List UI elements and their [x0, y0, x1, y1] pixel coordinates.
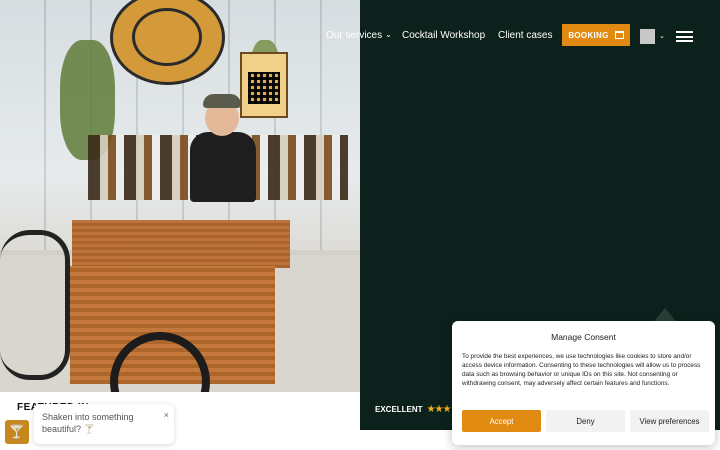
close-icon[interactable]: × — [164, 409, 169, 421]
qr-code — [248, 72, 280, 104]
accept-button[interactable]: Accept — [462, 410, 541, 432]
bartender-cap — [203, 94, 241, 108]
view-preferences-button[interactable]: View preferences — [630, 410, 709, 432]
nav-client-cases[interactable]: Client cases — [498, 30, 552, 41]
consent-actions: Accept Deny View preferences — [462, 410, 709, 432]
booking-label: BOOKING — [568, 30, 609, 40]
chat-popup[interactable]: Shaken into something beautiful? 🍸 × — [34, 404, 174, 444]
star-icons: ★★★ — [426, 404, 452, 415]
calendar-icon — [614, 31, 624, 39]
language-selector[interactable]: ⌄ — [640, 28, 666, 44]
cart-counter — [72, 220, 290, 268]
flag-icon — [640, 28, 655, 44]
chevron-down-icon: ⌄ — [659, 33, 665, 40]
chevron-down-icon: ⌄ — [385, 30, 392, 39]
hero-image — [0, 0, 360, 392]
consent-body: To provide the best experiences, we use … — [462, 353, 701, 387]
rating-badge[interactable]: EXCELLENT ★★★ — [375, 404, 452, 415]
nav-our-services-label: Our services — [326, 30, 383, 41]
consent-dialog: Manage Consent To provide the best exper… — [452, 321, 715, 445]
rating-label: EXCELLENT — [375, 405, 423, 414]
consent-title: Manage Consent — [551, 332, 616, 342]
main-nav: Our services ⌄ Cocktail Workshop Client c… — [0, 24, 720, 48]
bike-frame — [0, 230, 70, 380]
chat-message: Shaken into something beautiful? 🍸 — [42, 412, 134, 434]
booking-button[interactable]: BOOKING — [562, 24, 630, 46]
bartender-body — [190, 132, 256, 202]
nav-our-services[interactable]: Our services ⌄ — [326, 30, 392, 41]
hamburger-menu-icon[interactable] — [676, 31, 693, 42]
nav-cocktail-workshop[interactable]: Cocktail Workshop — [402, 30, 485, 41]
cocktail-glass-icon[interactable]: 🍸 — [5, 420, 29, 444]
deny-button[interactable]: Deny — [546, 410, 625, 432]
